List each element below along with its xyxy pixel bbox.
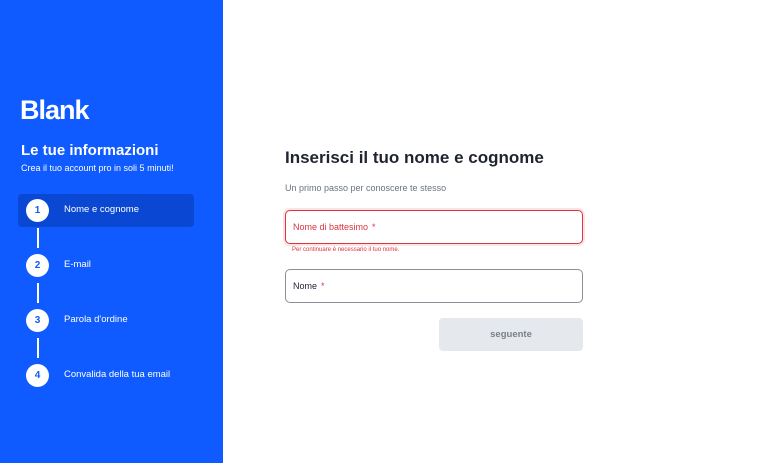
step-label: E-mail [64, 259, 91, 270]
step-label: Convalida della tua email [64, 369, 171, 380]
step-number: 4 [26, 364, 49, 387]
first-name-field[interactable]: Nome di battesimo * [285, 210, 583, 244]
step-label: Parola d'ordine [64, 314, 128, 325]
page-title: Inserisci il tuo nome e cognome [285, 148, 544, 167]
required-mark: * [372, 222, 376, 232]
sidebar-subtitle: Crea il tuo account pro in soli 5 minuti… [21, 163, 174, 173]
first-name-label: Nome di battesimo * [293, 222, 376, 232]
step-password[interactable]: 3 Parola d'ordine [18, 304, 194, 337]
step-number: 3 [26, 309, 49, 332]
last-name-field[interactable]: Nome * [285, 269, 583, 303]
first-name-error: Per continuare è necessario il tuo nome. [292, 247, 400, 253]
signup-page: Blank Le tue informazioni Crea il tuo ac… [0, 0, 775, 463]
step-connector [37, 228, 39, 248]
step-email-validation[interactable]: 4 Convalida della tua email [18, 359, 194, 392]
step-label: Nome e cognome [64, 204, 139, 215]
sidebar-title: Le tue informazioni [21, 142, 159, 159]
page-subtitle: Un primo passo per conoscere te stesso [285, 183, 447, 193]
brand-logo: Blank [20, 95, 90, 125]
step-connector [37, 338, 39, 358]
next-button[interactable]: seguente [439, 318, 583, 351]
step-name[interactable]: 1 Nome e cognome [18, 194, 194, 227]
step-connector [37, 283, 39, 303]
step-number: 2 [26, 254, 49, 277]
last-name-label: Nome * [293, 281, 325, 291]
step-number: 1 [26, 199, 49, 222]
sidebar: Blank Le tue informazioni Crea il tuo ac… [0, 0, 223, 463]
required-mark: * [321, 281, 325, 291]
step-email[interactable]: 2 E-mail [18, 249, 194, 282]
